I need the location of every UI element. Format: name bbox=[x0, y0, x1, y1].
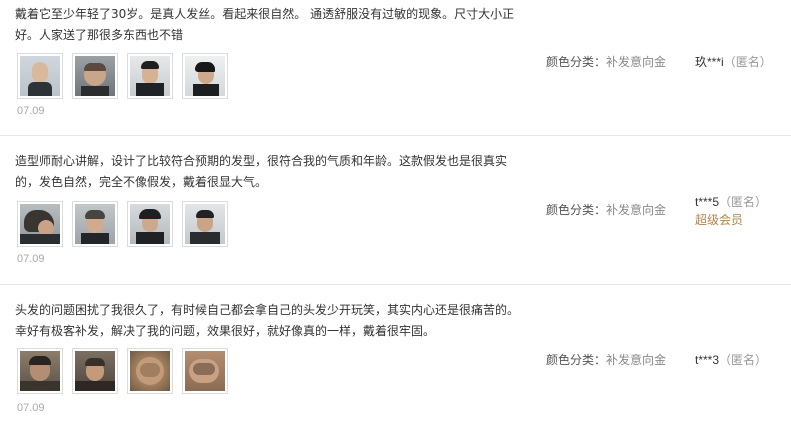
review-photo-thumbnail[interactable] bbox=[17, 348, 63, 394]
review-photo-thumbnail[interactable] bbox=[17, 53, 63, 99]
reviewer: t***5（匿名） bbox=[695, 193, 767, 210]
review-photo-thumbnail[interactable] bbox=[127, 348, 173, 394]
review-photo-thumbnail[interactable] bbox=[182, 201, 228, 247]
sku-value: 补发意向金 bbox=[606, 353, 667, 367]
review-photo-thumbnail[interactable] bbox=[182, 348, 228, 394]
vip-badge: 超级会员 bbox=[695, 213, 744, 227]
review-text: 造型师耐心讲解，设计了比较符合预期的发型，很符合我的气质和年龄。这款假发也是很真… bbox=[15, 154, 508, 189]
review-photo-thumbnail[interactable] bbox=[182, 53, 228, 99]
review-photo-thumbnail[interactable] bbox=[17, 201, 63, 247]
sku-info: 颜色分类：补发意向金 bbox=[546, 53, 666, 70]
reviewer-name: t***3 bbox=[695, 353, 720, 367]
reviewer: t***3（匿名） bbox=[695, 351, 767, 368]
sku-value: 补发意向金 bbox=[606, 55, 667, 69]
reviewer-name: t***5 bbox=[695, 195, 720, 209]
anonymous-tag: （匿名） bbox=[719, 195, 768, 209]
review-photo-thumbnail[interactable] bbox=[127, 201, 173, 247]
review-photo-thumbnail[interactable] bbox=[72, 53, 118, 99]
review-item: 造型师耐心讲解，设计了比较符合预期的发型，很符合我的气质和年龄。这款假发也是很真… bbox=[0, 136, 791, 285]
review-date: 07.09 bbox=[17, 253, 45, 265]
sku-info: 颜色分类：补发意向金 bbox=[546, 201, 666, 218]
review-text: 戴着它至少年轻了30岁。是真人发丝。看起来很自然。 通透舒服没有过敏的现象。尺寸… bbox=[15, 7, 515, 42]
anonymous-tag: （匿名） bbox=[723, 55, 772, 69]
review-item: 头发的问题困扰了我很久了，有时候自己都会拿自己的头发少开玩笑，其实内心还是很痛苦… bbox=[0, 285, 791, 431]
review-date: 07.09 bbox=[17, 105, 45, 117]
review-photo-thumbnail[interactable] bbox=[72, 201, 118, 247]
sku-label: 颜色分类： bbox=[546, 203, 607, 217]
sku-label: 颜色分类： bbox=[546, 353, 607, 367]
review-date: 07.09 bbox=[17, 402, 45, 414]
reviewer-name: 玖***i bbox=[695, 55, 724, 69]
review-photo-thumbnail[interactable] bbox=[127, 53, 173, 99]
sku-label: 颜色分类： bbox=[546, 55, 607, 69]
review-item: 戴着它至少年轻了30岁。是真人发丝。看起来很自然。 通透舒服没有过敏的现象。尺寸… bbox=[0, 0, 791, 136]
sku-value: 补发意向金 bbox=[606, 203, 667, 217]
reviewer: 玖***i（匿名） bbox=[695, 53, 772, 70]
review-text: 头发的问题困扰了我很久了，有时候自己都会拿自己的头发少开玩笑，其实内心还是很痛苦… bbox=[15, 303, 520, 338]
review-photo-thumbnail[interactable] bbox=[72, 348, 118, 394]
sku-info: 颜色分类：补发意向金 bbox=[546, 351, 666, 368]
anonymous-tag: （匿名） bbox=[719, 353, 768, 367]
